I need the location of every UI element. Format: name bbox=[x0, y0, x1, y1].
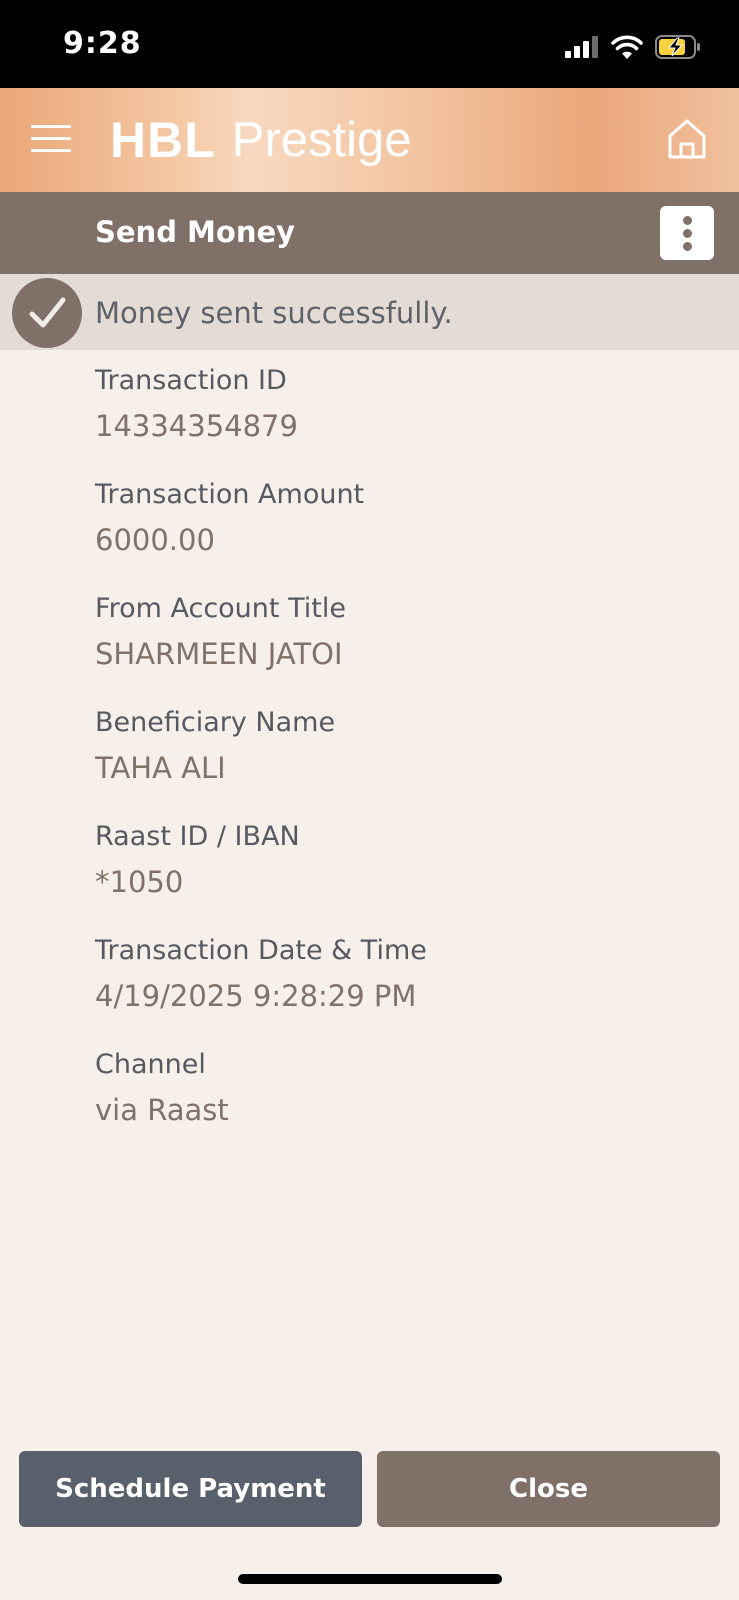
brand-logo: HBL Prestige bbox=[110, 100, 412, 180]
detail-label: Channel bbox=[95, 1049, 206, 1080]
detail-raast-id-iban: Raast ID / IBAN *1050 bbox=[95, 821, 695, 899]
detail-value: 14334354879 bbox=[95, 409, 298, 443]
close-button[interactable]: Close bbox=[377, 1451, 720, 1527]
send-money-receipt-screen: 9:28 HBL Prestige Send Money Money sent … bbox=[0, 0, 739, 1600]
detail-label: Beneficiary Name bbox=[95, 707, 336, 738]
detail-value: SHARMEEN JATOI bbox=[95, 637, 343, 671]
detail-channel: Channel via Raast bbox=[95, 1049, 695, 1127]
status-bar: 9:28 bbox=[0, 0, 739, 88]
brand-hbl: HBL bbox=[110, 112, 216, 168]
battery-charging-icon bbox=[655, 35, 700, 59]
sub-header: Send Money bbox=[0, 192, 739, 274]
detail-from-account-title: From Account Title SHARMEEN JATOI bbox=[95, 593, 695, 671]
detail-value: *1050 bbox=[95, 865, 184, 899]
success-message: Money sent successfully. bbox=[95, 296, 453, 330]
brand-product: Prestige bbox=[231, 113, 412, 167]
detail-transaction-id: Transaction ID 14334354879 bbox=[95, 365, 695, 443]
detail-label: Transaction Amount bbox=[95, 479, 365, 510]
page-title: Send Money bbox=[95, 215, 296, 249]
success-banner: Money sent successfully. bbox=[0, 274, 739, 350]
detail-transaction-amount: Transaction Amount 6000.00 bbox=[95, 479, 695, 557]
status-icons bbox=[565, 33, 701, 61]
hamburger-menu-icon[interactable] bbox=[31, 125, 71, 155]
detail-value: via Raast bbox=[95, 1093, 229, 1127]
detail-label: From Account Title bbox=[95, 593, 346, 624]
wifi-icon bbox=[611, 35, 643, 59]
status-time: 9:28 bbox=[63, 26, 142, 61]
schedule-payment-button[interactable]: Schedule Payment bbox=[19, 1451, 362, 1527]
more-vertical-icon[interactable] bbox=[660, 206, 714, 260]
detail-label: Transaction ID bbox=[95, 365, 287, 396]
home-icon[interactable] bbox=[665, 116, 709, 162]
detail-beneficiary-name: Beneficiary Name TAHA ALI bbox=[95, 707, 695, 785]
detail-value: TAHA ALI bbox=[95, 751, 226, 785]
detail-label: Transaction Date & Time bbox=[95, 935, 427, 966]
detail-transaction-date-time: Transaction Date & Time 4/19/2025 9:28:2… bbox=[95, 935, 695, 1013]
check-circle-icon bbox=[12, 278, 82, 348]
detail-label: Raast ID / IBAN bbox=[95, 821, 300, 852]
app-header: HBL Prestige bbox=[0, 88, 739, 192]
cellular-signal-icon bbox=[565, 36, 598, 58]
detail-value: 6000.00 bbox=[95, 523, 215, 557]
detail-value: 4/19/2025 9:28:29 PM bbox=[95, 979, 417, 1013]
home-indicator[interactable] bbox=[238, 1574, 502, 1584]
